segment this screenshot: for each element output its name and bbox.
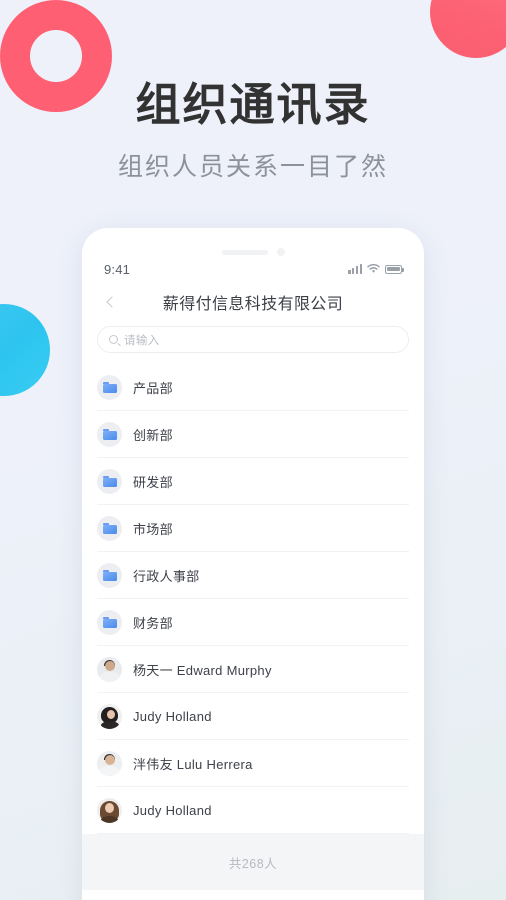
status-bar: 9:41: [82, 258, 424, 280]
avatar: [97, 797, 122, 823]
folder-icon: [97, 609, 122, 635]
list-item-label: 创新部: [133, 427, 173, 443]
status-time: 9:41: [104, 261, 131, 277]
list-item-person[interactable]: Judy Holland: [97, 787, 409, 834]
search-icon: [109, 335, 118, 344]
folder-icon: [97, 562, 122, 588]
folder-icon: [97, 421, 122, 447]
chevron-left-icon: [106, 296, 118, 308]
phone-notch: [82, 248, 424, 256]
list-item-department[interactable]: 产品部: [97, 364, 409, 411]
page-subtitle: 组织人员关系一目了然: [117, 153, 388, 182]
list-footer: 共268人: [82, 834, 424, 890]
wifi-icon: [367, 264, 380, 273]
list-item-label: 产品部: [133, 380, 173, 396]
list-item-label: 杨天一 Edward Murphy: [133, 662, 272, 678]
contact-list[interactable]: 产品部 创新部 研发部 市场部 行政人事部 财务部 杨天一 Edward Mur…: [82, 364, 424, 900]
nav-title: 薪得付信息科技有限公司: [162, 296, 344, 313]
list-item-department[interactable]: 市场部: [97, 505, 409, 552]
list-item-department[interactable]: 财务部: [97, 599, 409, 646]
hero-text: 组织通讯录 组织人员关系一目了然: [0, 78, 506, 183]
folder-icon: [97, 374, 122, 400]
avatar: [97, 703, 122, 729]
speaker-grille: [221, 249, 268, 255]
decorative-circle-top-right: [430, 0, 506, 58]
promo-page: 组织通讯录 组织人员关系一目了然 9:41 薪得付信息科技有限公司 请输入 产品…: [0, 0, 506, 900]
list-item-department[interactable]: 研发部: [97, 458, 409, 505]
search-bar-container: 请输入: [82, 326, 424, 363]
list-item-label: Judy Holland: [133, 708, 212, 724]
search-placeholder: 请输入: [124, 334, 160, 347]
signal-bars-icon: [348, 264, 362, 274]
battery-icon: [385, 264, 404, 274]
list-item-person[interactable]: Judy Holland: [97, 693, 409, 740]
search-input[interactable]: 请输入: [97, 326, 409, 353]
list-item-department[interactable]: 创新部: [97, 411, 409, 458]
front-camera-dot: [276, 248, 285, 256]
list-item-label: 泮伟友 Lulu Herrera: [133, 756, 253, 772]
list-item-label: 市场部: [133, 521, 173, 537]
list-item-label: 行政人事部: [133, 568, 200, 584]
list-item-label: 财务部: [133, 615, 173, 631]
folder-icon: [97, 468, 122, 494]
page-title: 组织通讯录: [135, 79, 371, 130]
phone-mockup: 9:41 薪得付信息科技有限公司 请输入 产品部 创新部 研发部 市场部 行政人…: [82, 228, 424, 900]
status-icons: [348, 264, 404, 274]
list-item-person[interactable]: 泮伟友 Lulu Herrera: [97, 740, 409, 787]
list-item-person[interactable]: 杨天一 Edward Murphy: [97, 646, 409, 693]
nav-bar: 薪得付信息科技有限公司: [82, 284, 424, 320]
folder-icon: [97, 515, 122, 541]
list-item-department[interactable]: 行政人事部: [97, 552, 409, 599]
avatar: [97, 750, 122, 776]
list-item-label: Judy Holland: [133, 802, 212, 818]
avatar: [97, 656, 122, 682]
back-button[interactable]: [100, 291, 122, 313]
list-item-label: 研发部: [133, 474, 173, 490]
total-count-text: 共268人: [228, 856, 278, 871]
